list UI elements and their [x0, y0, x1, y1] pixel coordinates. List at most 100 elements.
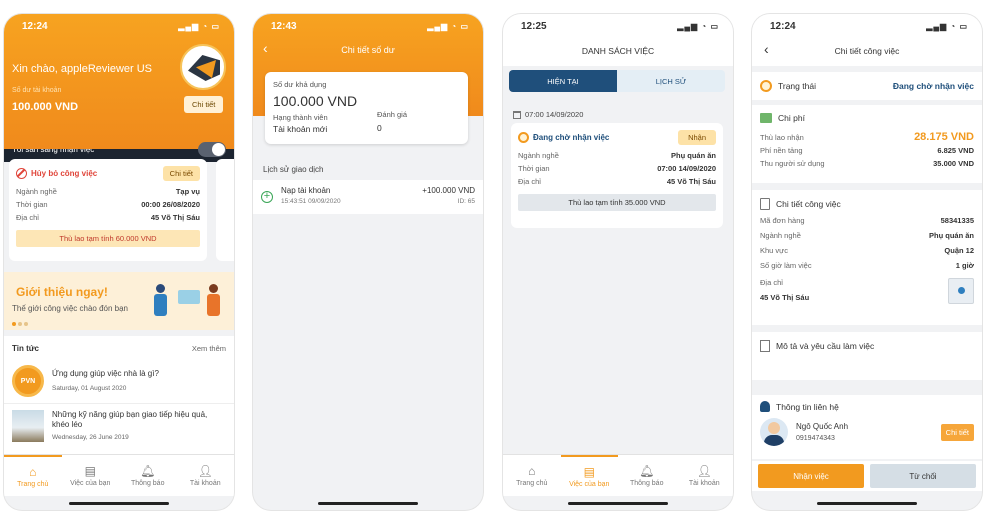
tab-notifications[interactable]: 🔔︎ Thông báo — [618, 455, 676, 496]
tab-home[interactable]: ⌂ Trang chủ — [4, 455, 62, 496]
bell-icon: 🔔︎ — [639, 463, 655, 478]
job-value: 00:00 26/08/2020 — [141, 200, 200, 209]
news-item[interactable]: Những kỹ năng giúp bạn giao tiếp hiệu qu… — [4, 404, 234, 448]
tab-label: Tài khoản — [688, 479, 720, 487]
page-title: DANH SÁCH VIỆC — [581, 46, 655, 56]
home-indicator — [568, 502, 668, 505]
segment-tabs: HIỆN TẠI LỊCH SỬ — [509, 70, 725, 92]
app-logo — [180, 44, 226, 90]
job-label: Ngành nghề — [16, 187, 57, 196]
news-item[interactable]: PVN Ứng dụng giúp việc nhà là gì? Saturd… — [4, 359, 234, 404]
job-value: 45 Võ Thị Sáu — [150, 213, 200, 222]
bell-icon: 🔔︎ — [140, 463, 156, 478]
status-icons: ▂▄▆ ◔ ▭ — [427, 21, 469, 31]
home-icon: ⌂ — [528, 463, 536, 478]
rank-label: Hạng thành viên — [273, 113, 328, 122]
news-title: Tin tức — [12, 344, 39, 353]
tab-current[interactable]: HIỆN TẠI — [509, 70, 617, 92]
cost-value: 6.825 VND — [937, 146, 974, 155]
job-status: Đang chờ nhận việc — [533, 133, 610, 142]
tab-label: Việc của bạn — [569, 480, 610, 488]
tab-home[interactable]: ⌂ Trang chủ — [503, 455, 561, 496]
job-value: Phụ quán ăn — [671, 151, 716, 160]
home-icon: ⌂ — [29, 464, 37, 479]
tab-label: Trang chủ — [17, 480, 49, 488]
job-label: Ngành nghề — [760, 231, 801, 240]
contact-detail-button[interactable]: Chi tiết — [940, 423, 974, 441]
screen-balance: 12:43 ▂▄▆ ◔ ▭ ‹ Chi tiết số dư Số dư khả … — [253, 14, 483, 510]
status-time: 12:43 — [271, 20, 297, 32]
job-detail-section: Chi tiết công việc Mã đơn hàng 58341335 N… — [752, 190, 982, 325]
status-icons: ▂▄▆ ◔ ▭ — [926, 21, 968, 31]
job-label: Số giờ làm việc — [760, 261, 812, 270]
address-value: 45 Võ Thị Sáu — [760, 293, 810, 302]
job-date: 07:00 14/09/2020 — [525, 110, 584, 119]
document-icon — [760, 340, 770, 352]
job-value: Tạp vụ — [175, 187, 200, 196]
balance-card: Số dư khả dụng 100.000 VND Hạng thành vi… — [265, 72, 468, 144]
map-thumbnail[interactable] — [948, 278, 974, 304]
balance-detail-button[interactable]: Chi tiết — [184, 96, 224, 113]
user-icon: 👤︎ — [696, 463, 712, 478]
tab-bar: ⌂ Trang chủ ▤ Việc của bạn 🔔︎ Thông báo 👤︎ T… — [503, 454, 733, 496]
tab-label: Thông báo — [131, 479, 165, 487]
ready-toggle[interactable] — [198, 142, 226, 157]
news-item-title: Những kỹ năng giúp bạn giao tiếp hiệu qu… — [52, 410, 208, 429]
balance-value: 100.000 VND — [12, 101, 79, 113]
tab-label: Tài khoản — [189, 479, 221, 487]
job-card[interactable]: Đang chờ nhận việc Nhận Ngành nghề Phụ qu… — [511, 123, 723, 228]
map-pin-icon — [958, 287, 965, 294]
cost-title: Chi phí — [778, 113, 805, 123]
page-title: Chi tiết số dư — [341, 45, 395, 55]
tab-notifications[interactable]: 🔔︎ Thông báo — [119, 455, 177, 496]
balance-label: Số dư tài khoản — [12, 87, 62, 94]
tab-account[interactable]: 👤︎ Tài khoản — [676, 455, 734, 496]
news-more-link[interactable]: Xem thêm — [192, 344, 226, 353]
status-value: Đang chờ nhận việc — [892, 81, 974, 91]
clipboard-icon — [760, 198, 770, 210]
jobs-icon: ▤ — [583, 464, 595, 479]
banner-subtitle: Thế giới công việc chào đón bạn — [12, 304, 128, 313]
avatar — [760, 418, 788, 446]
accept-button[interactable]: Nhận — [678, 130, 716, 145]
status-section: Trạng thái Đang chờ nhận việc — [752, 72, 982, 100]
referral-banner[interactable]: Giới thiệu ngay! Thế giới công việc chào… — [4, 272, 234, 330]
transaction-row[interactable]: + Nạp tài khoản 15:43:51 09/09/2020 +100… — [253, 180, 483, 214]
job-value: 45 Võ Thị Sáu — [666, 177, 716, 186]
job-value: 1 giờ — [955, 261, 974, 270]
job-detail-title: Chi tiết công việc — [776, 199, 841, 209]
job-label: Địa chỉ — [16, 213, 39, 222]
status-time: 12:25 — [521, 20, 547, 32]
contact-section: Thông tin liên hệ Ngô Quốc Anh 091947434… — [752, 395, 982, 459]
cost-value-earned: 28.175 VND — [914, 131, 974, 143]
cancel-icon — [16, 168, 27, 179]
cost-label: Thù lao nhận — [760, 132, 804, 142]
news-thumbnail — [12, 410, 44, 442]
contact-icon — [760, 401, 770, 412]
job-detail-button[interactable]: Chi tiết — [162, 166, 200, 181]
job-estimate: Thù lao tạm tính 35.000 VND — [518, 194, 716, 211]
status-label: Trạng thái — [778, 81, 816, 91]
job-card[interactable]: Hủy bỏ công việc Chi tiết Ngành nghề Tạp … — [9, 159, 207, 261]
cost-value: 35.000 VND — [933, 159, 974, 168]
tab-jobs[interactable]: ▤ Việc của bạn — [560, 455, 618, 496]
accept-job-button[interactable]: Nhận việc — [758, 464, 864, 488]
tab-label: Việc của bạn — [70, 479, 111, 487]
tab-label: Trang chủ — [516, 479, 548, 487]
job-value: Quận 12 — [944, 246, 974, 255]
tab-jobs[interactable]: ▤ Việc của bạn — [62, 455, 120, 496]
job-label: Ngành nghề — [518, 151, 559, 160]
reject-button[interactable]: Từ chối — [870, 464, 976, 488]
clock-icon — [760, 80, 772, 92]
contact-name: Ngô Quốc Anh — [796, 422, 849, 431]
banner-dots — [12, 322, 28, 326]
tab-history[interactable]: LỊCH SỬ — [617, 70, 725, 92]
contact-phone: 0919474343 — [796, 435, 835, 442]
tab-account[interactable]: 👤︎ Tài khoản — [177, 455, 235, 496]
news-item-title: Ứng dụng giúp việc nhà là gì? — [52, 369, 159, 378]
history-title: Lịch sử giao dịch — [263, 165, 324, 174]
screen-job-detail: 12:24 ▂▄▆ ◔ ▭ ‹ Chi tiết công việc Trạng … — [752, 14, 982, 510]
screen-job-list: 12:25 ▂▄▆ ◔ ▭ DANH SÁCH VIỆC HIỆN TẠI LỊC… — [503, 14, 733, 510]
tx-amount: +100.000 VND — [422, 186, 475, 195]
description-section: Mô tả và yêu cầu làm việc — [752, 332, 982, 380]
